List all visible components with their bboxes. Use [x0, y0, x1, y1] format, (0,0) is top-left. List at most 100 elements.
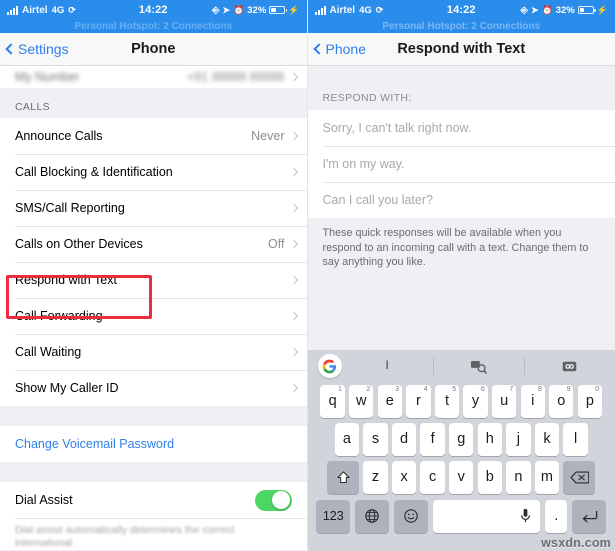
list-item-value: Off: [268, 237, 285, 251]
google-logo-icon[interactable]: [317, 354, 342, 378]
shift-arrow-icon: [337, 470, 350, 483]
list-item-call-waiting[interactable]: Call Waiting: [0, 334, 307, 370]
key-z[interactable]: z: [363, 460, 388, 494]
key-o[interactable]: 9o: [549, 384, 574, 418]
respond-with-text-body: RESPOND WITH: Sorry, I can't talk right …: [307, 66, 615, 351]
key-b[interactable]: b: [477, 460, 503, 494]
keyboard-row-1: 1q 2w 3e 4r 5t 6y 7u 8i 9o 0p: [308, 382, 615, 420]
back-to-phone-button[interactable]: Phone: [308, 41, 366, 57]
list-item-dial-assist[interactable]: Dial Assist: [0, 482, 307, 518]
gif-search-icon[interactable]: [432, 350, 524, 382]
location-arrow-icon: ➤: [531, 4, 539, 15]
alarm-icon: ⏰: [541, 4, 553, 15]
chevron-right-icon: [289, 203, 298, 213]
key-x[interactable]: x: [391, 460, 417, 494]
return-key[interactable]: [572, 499, 607, 533]
list-item-my-number[interactable]: My Number +91 98888 88888: [0, 66, 307, 88]
sticker-icon[interactable]: [523, 350, 615, 382]
key-a[interactable]: a: [334, 422, 360, 456]
list-item-label: Show My Caller ID: [15, 381, 119, 395]
key-s[interactable]: s: [363, 422, 388, 456]
key-e[interactable]: 3e: [377, 384, 402, 418]
key-g[interactable]: g: [449, 422, 474, 456]
section-gap: [0, 462, 307, 482]
key-h[interactable]: h: [477, 422, 503, 456]
space-key[interactable]: [433, 499, 541, 533]
key-m[interactable]: m: [534, 460, 560, 494]
key-label: w: [355, 393, 367, 409]
screenshot-root: Airtel 4G ⟳ 14:22 ⎆ ➤ ⏰ 32% ⚡ Personal H…: [0, 0, 615, 551]
my-number-value: +91 98888 88888: [186, 70, 285, 84]
key-r[interactable]: 4r: [406, 384, 431, 418]
keyboard-row-4: 123 .: [308, 496, 615, 536]
list-item-label: Respond with Text: [15, 273, 117, 287]
dial-assist-footnote: Dial assist automatically determines the…: [15, 524, 235, 549]
list-item-label: Call Waiting: [15, 345, 82, 359]
chevron-left-icon: [312, 43, 325, 55]
list-item-respond-with-text[interactable]: Respond with Text: [0, 262, 307, 298]
list-item-call-blocking[interactable]: Call Blocking & Identification: [0, 154, 307, 190]
key-k[interactable]: k: [534, 422, 560, 456]
emoji-key[interactable]: [394, 499, 429, 533]
section-gap: [0, 406, 307, 426]
response-field-1[interactable]: Sorry, I can't talk right now.: [307, 110, 615, 146]
response-field-2[interactable]: I'm on my way.: [307, 146, 615, 182]
status-bar-left: Airtel 4G ⟳ 14:22 ⎆ ➤ ⏰ 32% ⚡: [0, 0, 307, 20]
globe-key[interactable]: [355, 499, 390, 533]
period-key[interactable]: .: [545, 499, 568, 533]
microphone-icon: [521, 508, 531, 523]
list-item-label: SMS/Call Reporting: [15, 201, 125, 215]
list-item-announce-calls[interactable]: Announce Calls Never: [0, 118, 307, 154]
back-to-settings-button[interactable]: Settings: [0, 41, 69, 57]
key-number: 6: [480, 385, 485, 393]
section-header-respond-with: RESPOND WITH:: [322, 92, 412, 104]
dial-assist-footnote-wrap: Dial assist automatically determines the…: [0, 518, 307, 550]
key-d[interactable]: d: [391, 422, 417, 456]
key-number: 0: [595, 385, 600, 393]
list-item-sms-call-reporting[interactable]: SMS/Call Reporting: [0, 190, 307, 226]
key-l[interactable]: l: [563, 422, 588, 456]
suggestion-word[interactable]: I: [342, 350, 433, 382]
backspace-key[interactable]: [563, 460, 596, 494]
list-item-change-voicemail-password[interactable]: Change Voicemail Password: [0, 426, 307, 462]
response-field-3[interactable]: Can I call you later?: [307, 182, 615, 218]
chevron-right-icon: [289, 131, 298, 141]
status-bar-right: Airtel 4G ⟳ 14:22 ⎆ ➤ ⏰ 32% ⚡: [307, 0, 615, 20]
key-j[interactable]: j: [506, 422, 531, 456]
voicemail-link-label: Change Voicemail Password: [15, 437, 175, 451]
key-label: e: [385, 393, 394, 409]
key-y[interactable]: 6y: [463, 384, 488, 418]
charging-bolt-icon: ⚡: [288, 4, 300, 15]
key-number: 9: [566, 385, 571, 393]
dial-assist-toggle[interactable]: [254, 489, 292, 511]
key-n[interactable]: n: [506, 460, 531, 494]
shift-key[interactable]: [327, 460, 360, 494]
battery-percent-label: 32%: [555, 4, 575, 16]
list-item-label: Calls on Other Devices: [15, 237, 143, 251]
numeric-key[interactable]: 123: [316, 499, 351, 533]
key-v[interactable]: v: [449, 460, 474, 494]
key-q[interactable]: 1q: [320, 384, 345, 418]
left-settings-scroll[interactable]: My Number +91 98888 88888 CALLS Announce…: [0, 66, 307, 551]
list-item-calls-on-other-devices[interactable]: Calls on Other Devices Off: [0, 226, 307, 262]
key-number: 5: [452, 385, 457, 393]
key-c[interactable]: c: [420, 460, 445, 494]
hotspot-banner-right: Personal Hotspot: 2 Connections: [307, 20, 615, 33]
chevron-right-icon: [289, 347, 298, 357]
location-arrow-icon: ➤: [222, 4, 231, 15]
key-p[interactable]: 0p: [577, 384, 603, 418]
key-number: 2: [366, 385, 371, 393]
key-i[interactable]: 8i: [520, 384, 545, 418]
key-t[interactable]: 5t: [434, 384, 460, 418]
key-u[interactable]: 7u: [491, 384, 517, 418]
key-w[interactable]: 2w: [349, 384, 374, 418]
response-text: Can I call you later?: [322, 193, 433, 207]
key-number: 7: [509, 385, 514, 393]
list-item-call-forwarding[interactable]: Call Forwarding: [0, 298, 307, 334]
list-item-label: Call Blocking & Identification: [15, 165, 173, 179]
respond-with-text-note: These quick responses will be available …: [322, 227, 589, 268]
key-label: u: [500, 393, 509, 409]
key-f[interactable]: f: [420, 422, 445, 456]
chevron-right-icon: [289, 167, 298, 177]
list-item-show-my-caller-id[interactable]: Show My Caller ID: [0, 370, 307, 406]
